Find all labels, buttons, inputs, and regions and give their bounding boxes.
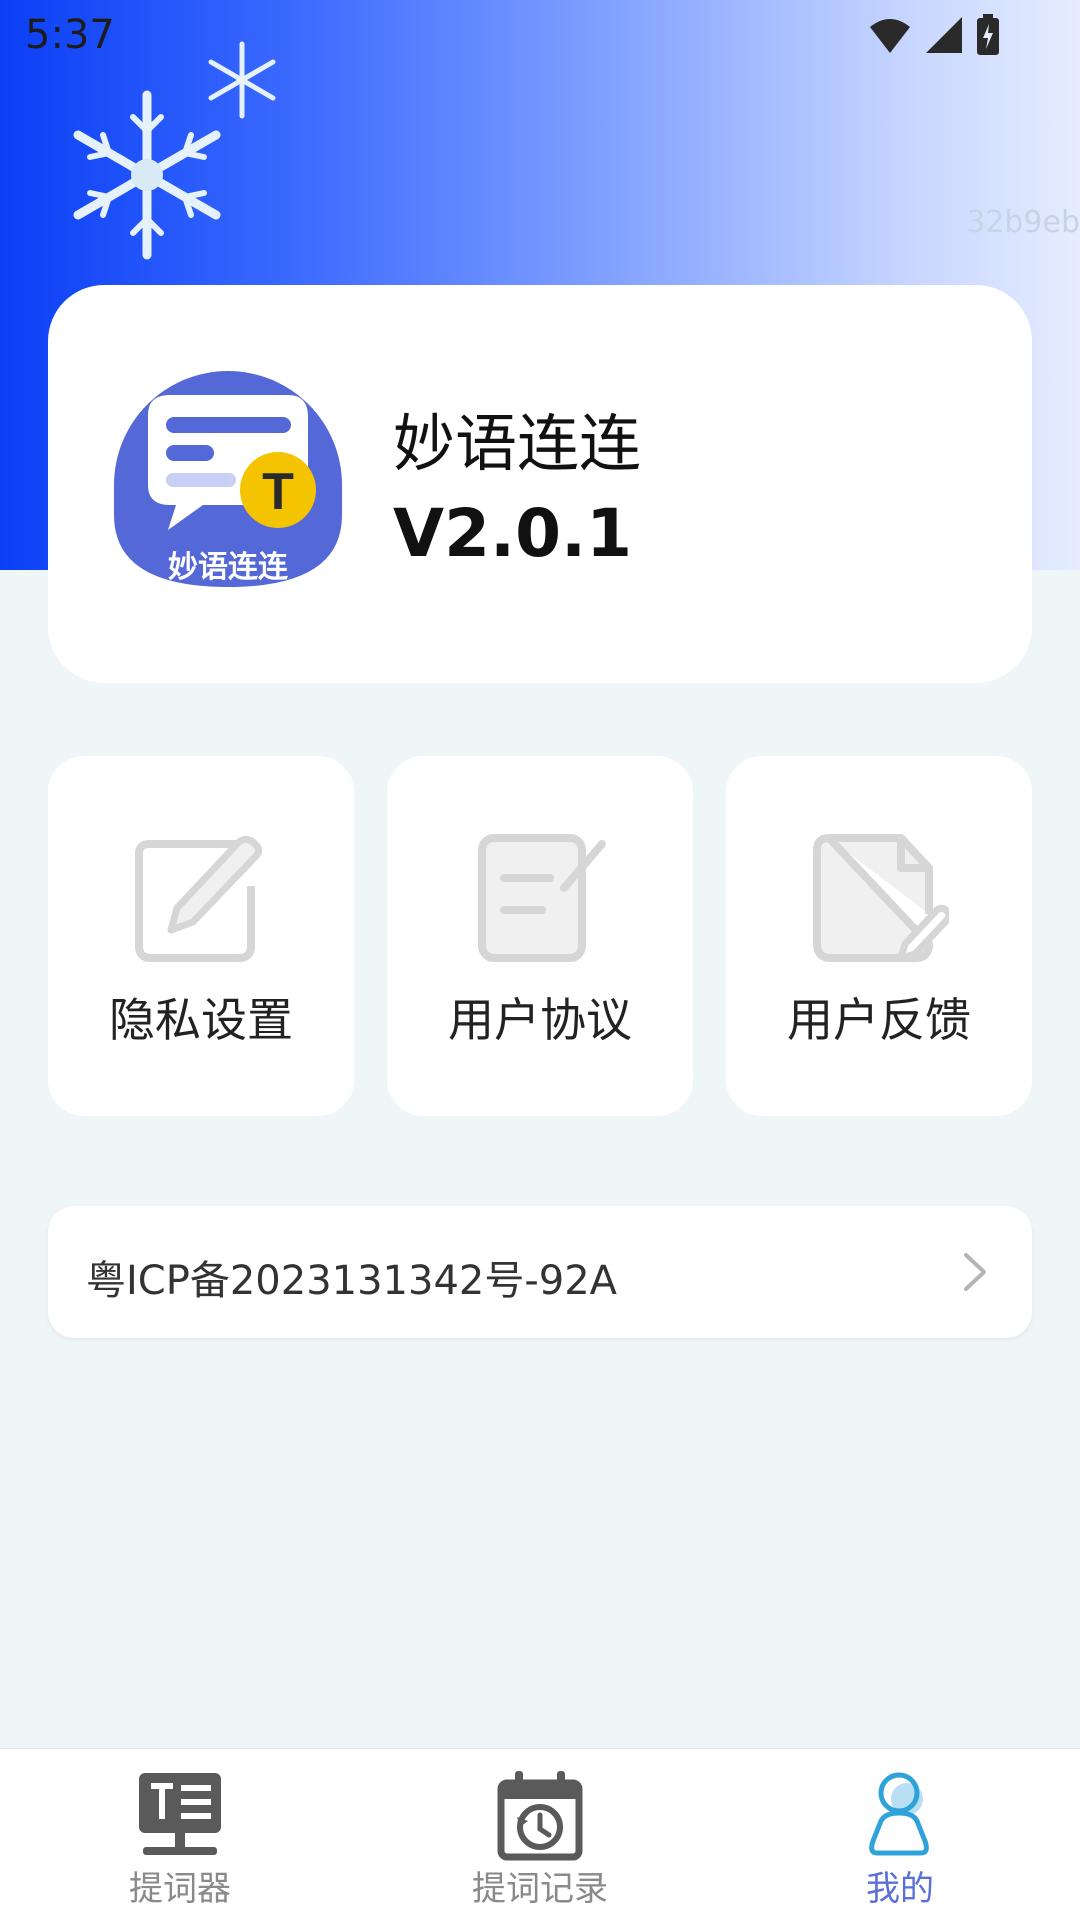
nav-history[interactable]: 提词记录 bbox=[360, 1749, 720, 1921]
app-logo-icon: T 妙语连连 bbox=[114, 371, 342, 587]
edit-icon bbox=[135, 835, 263, 962]
history-calendar-icon bbox=[497, 1771, 583, 1861]
battery-icon bbox=[977, 14, 999, 55]
nav-label: 我的 bbox=[866, 1869, 934, 1909]
nav-profile[interactable]: 我的 bbox=[720, 1749, 1080, 1921]
icp-record-link[interactable]: 粤ICP备2023131342号-92A bbox=[48, 1206, 1032, 1338]
user-feedback-button[interactable]: 用户反馈 bbox=[726, 756, 1032, 1116]
teleprompter-icon bbox=[139, 1773, 221, 1855]
app-logo-text: 妙语连连 bbox=[168, 550, 289, 585]
profile-icon bbox=[869, 1772, 929, 1856]
status-icons bbox=[868, 14, 1000, 56]
icp-text: 粤ICP备2023131342号-92A bbox=[86, 1258, 618, 1304]
chevron-right-icon bbox=[964, 1253, 986, 1291]
feedback-icon bbox=[813, 834, 949, 962]
build-hash: 32b9eb bbox=[966, 205, 1080, 240]
wifi-icon bbox=[870, 19, 910, 53]
nav-label: 提词器 bbox=[129, 1869, 231, 1909]
app-name: 妙语连连 bbox=[393, 407, 642, 480]
user-agreement-button[interactable]: 用户协议 bbox=[387, 756, 693, 1116]
app-info-card: T 妙语连连 妙语连连 V2.0.1 bbox=[48, 285, 1032, 683]
menu-label: 隐私设置 bbox=[109, 993, 293, 1047]
menu-label: 用户反馈 bbox=[787, 993, 971, 1047]
menu-grid: 隐私设置 用户协议 用户反馈 bbox=[48, 756, 1032, 1116]
app-logo-badge: T bbox=[262, 463, 294, 521]
bottom-navigation: 提词器 提词记录 我的 bbox=[0, 1748, 1080, 1921]
nav-label: 提词记录 bbox=[472, 1869, 608, 1909]
menu-label: 用户协议 bbox=[448, 993, 632, 1047]
app-version: V2.0.1 bbox=[393, 495, 632, 572]
signal-icon bbox=[926, 17, 962, 53]
nav-teleprompter[interactable]: 提词器 bbox=[0, 1749, 360, 1921]
snowflake-decoration-icon bbox=[73, 41, 276, 260]
privacy-settings-button[interactable]: 隐私设置 bbox=[48, 756, 354, 1116]
agreement-icon bbox=[478, 834, 606, 962]
